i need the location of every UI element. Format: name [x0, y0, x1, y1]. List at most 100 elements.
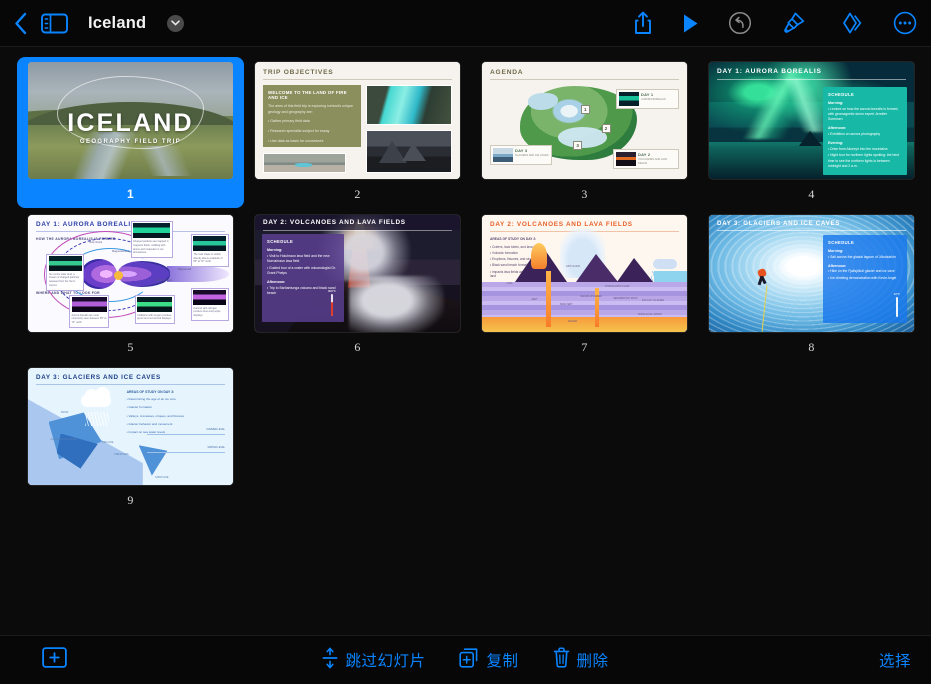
slide-thumbnail-image-2[interactable]: TRIP OBJECTIVES WELCOME TO THE LAND OF F…	[255, 62, 460, 179]
diagram-card: Auroras with nitrogen produce blue and p…	[190, 287, 229, 321]
slide-thumbnail-image-8[interactable]: DAY 3: GLACIERS AND ICE CAVES SCHEDULE M…	[709, 215, 914, 332]
slide-thumbnail-image-3[interactable]: AGENDA 1 2 3 DAY 1 AURORA BOREALIS DAY 2…	[482, 62, 687, 179]
slide-6-header: DAY 2: VOLCANOES AND LAVA FIELDS	[263, 219, 406, 226]
steam-plume-2	[349, 275, 444, 332]
delete-button[interactable]: 删除	[553, 647, 609, 673]
sidebar-toggle-icon[interactable]	[41, 13, 68, 34]
slide-thumbnail-9[interactable]: DAY 3: GLACIERS AND ICE CAVES AREAS OF S…	[17, 363, 244, 514]
geothermal-photo	[263, 153, 346, 173]
slide-number-1: 1	[127, 187, 134, 201]
agenda-callout-day3: DAY 3 GLACIERS AND ICE CAVES	[490, 145, 552, 166]
slide-thumbnail-3[interactable]: AGENDA 1 2 3 DAY 1 AURORA BOREALIS DAY 2…	[471, 57, 698, 208]
diagram-label: ACCUMULATION ZONE	[50, 438, 77, 442]
bullet-3: • Valleys, crevasses, cirques, and fissu…	[126, 413, 185, 418]
slide-thumbnail-2[interactable]: TRIP OBJECTIVES WELCOME TO THE LAND OF F…	[244, 57, 471, 208]
duplicate-button[interactable]: 复制	[459, 647, 519, 673]
diagram-card: Charged particles are trapped in magneti…	[130, 220, 173, 258]
back-button[interactable]	[14, 12, 27, 35]
slide-5-header: DAY 1: AURORA BOREALIS	[36, 221, 136, 228]
duplicate-label: 复制	[486, 653, 519, 670]
slide-number-6: 6	[354, 340, 361, 354]
bullet-4: • Glacier behavior and movement	[126, 421, 173, 426]
callout-day: DAY 3	[515, 148, 528, 154]
card-caption: Auroras with nitrogen produce blue and p…	[193, 306, 221, 318]
slide-thumbnail-1[interactable]: ICELAND GEOGRAPHY FIELD TRIP 1	[17, 57, 244, 208]
select-button[interactable]: 选择	[879, 649, 911, 671]
play-icon[interactable]	[682, 13, 699, 34]
slide-thumbnail-4[interactable]: DAY 1: AURORA BOREALIS SCHEDULE Morning:…	[698, 57, 925, 208]
diagram-label: VENT	[531, 298, 538, 302]
slide-5-content: DAY 1: AURORA BOREALIS HOW THE AURORA BO…	[28, 215, 233, 332]
agenda-callout-day1: DAY 1 AURORA BOREALIS	[616, 89, 679, 110]
section-title: AREAS OF STUDY ON DAY 2:	[490, 237, 537, 241]
bullet-2: • Glacier formation	[126, 405, 153, 410]
section-title: AREAS OF STUDY ON DAY 3:	[126, 390, 175, 394]
thermometer-bar	[330, 294, 334, 316]
paintbrush-icon[interactable]	[781, 11, 806, 36]
panel-title: SCHEDULE	[828, 92, 855, 97]
river-2	[102, 146, 223, 177]
slide-thumbnail-7[interactable]: DAY 2: VOLCANOES AND LAVA FIELDS AREAS O…	[471, 210, 698, 361]
welcome-bullet-3: • Use data as basis for coursework	[268, 138, 324, 143]
delete-label: 删除	[576, 653, 609, 670]
card-photo	[193, 236, 227, 252]
diagram-card: Aurora borealis are most commonly seen b…	[69, 294, 109, 328]
volcano-3	[617, 257, 654, 282]
trash-icon	[553, 647, 570, 673]
map-pin-1[interactable]: 1	[580, 104, 590, 114]
undo-icon[interactable]	[728, 11, 752, 35]
bottom-toolbar-actions: 跳过幻灯片 复制 删除	[0, 647, 931, 674]
diagram-label: SIDE VENT	[559, 302, 573, 306]
ellipsis-circle-icon[interactable]	[893, 11, 917, 35]
slide-thumbnail-image-7[interactable]: DAY 2: VOLCANOES AND LAVA FIELDS AREAS O…	[482, 215, 687, 332]
bottom-toolbar: 跳过幻灯片 复制 删除 选择	[0, 635, 931, 684]
winter-level-line	[147, 452, 225, 453]
skip-slide-button[interactable]: 跳过幻灯片	[322, 647, 425, 674]
magnetosphere-lobe-left	[81, 258, 118, 289]
slide-thumbnail-5[interactable]: DAY 1: AURORA BOREALIS HOW THE AURORA BO…	[17, 210, 244, 361]
welcome-box: WELCOME TO THE LAND OF FIRE AND ICE The …	[263, 85, 362, 147]
block-line: • Sail across the glacial lagoon of Jöku…	[828, 254, 896, 259]
chevron-down-icon[interactable]	[167, 14, 185, 32]
magnetosphere-lobe-right	[118, 260, 171, 287]
diagram-label: MAGMA	[568, 320, 578, 324]
slide-thumbnail-image-5[interactable]: DAY 1: AURORA BOREALIS HOW THE AURORA BO…	[28, 215, 233, 332]
diagram-label: MAGMA CHAMBER	[580, 294, 602, 298]
callout-day: DAY 2	[638, 152, 651, 158]
animate-icon[interactable]	[835, 11, 864, 35]
toolbar-left-group: Iceland	[14, 12, 185, 35]
slide-7-content: DAY 2: VOLCANOES AND LAVA FIELDS AREAS O…	[482, 215, 687, 332]
slide-thumbnail-image-4[interactable]: DAY 1: AURORA BOREALIS SCHEDULE Morning:…	[709, 62, 914, 179]
map-pin-3[interactable]: 3	[573, 140, 583, 150]
thermometer-graphic: 900°F	[328, 289, 336, 316]
share-icon[interactable]	[633, 11, 653, 36]
slide-2-left-column: WELCOME TO THE LAND OF FIRE AND ICE The …	[263, 85, 362, 173]
diagram-card: Collisions with oxygen produce green and…	[134, 294, 175, 324]
card-caption: Collisions with oxygen produce green and…	[137, 313, 172, 321]
card-photo	[71, 297, 107, 313]
block-heading-afternoon: Afternoon:	[828, 263, 847, 268]
add-slide-button[interactable]	[42, 647, 67, 673]
thermometer-graphic: 32°F	[894, 292, 900, 317]
slide-thumbnail-image-9[interactable]: DAY 3: GLACIERS AND ICE CAVES AREAS OF S…	[28, 368, 233, 485]
mountain-silhouette	[799, 131, 823, 147]
welcome-paragraph: The aims of this field trip is exploring…	[268, 104, 353, 114]
slide-number-4: 4	[808, 187, 815, 201]
slide-1-title: ICELAND	[67, 109, 194, 138]
callout-text: DAY 1 AURORA BOREALIS	[641, 92, 676, 106]
block-line: • Ice climbing demonstration with Kevin …	[828, 276, 897, 281]
block-heading-morning: Morning:	[828, 101, 844, 105]
map-pin-2[interactable]: 2	[601, 123, 611, 133]
slide-navigator-canvas[interactable]: ICELAND GEOGRAPHY FIELD TRIP 1 TRIP OBJE…	[0, 47, 931, 635]
diagram-label: SNOW LINE	[155, 475, 169, 479]
panel-title: SCHEDULE	[267, 239, 294, 244]
slide-thumbnail-8[interactable]: DAY 3: GLACIERS AND ICE CAVES SCHEDULE M…	[698, 210, 925, 361]
ice-climber	[757, 267, 768, 286]
slide-thumbnail-image-1[interactable]: ICELAND GEOGRAPHY FIELD TRIP	[28, 62, 233, 179]
block-line: • Lecture on how the aurora borealis is …	[828, 106, 899, 122]
glacial-river-photo	[366, 85, 452, 125]
slide-thumbnail-6[interactable]: DAY 2: VOLCANOES AND LAVA FIELDS SCHEDUL…	[244, 210, 471, 361]
callout-photo	[493, 148, 513, 163]
diagram-label: Radiation belts	[155, 279, 173, 283]
slide-thumbnail-image-6[interactable]: DAY 2: VOLCANOES AND LAVA FIELDS SCHEDUL…	[255, 215, 460, 332]
